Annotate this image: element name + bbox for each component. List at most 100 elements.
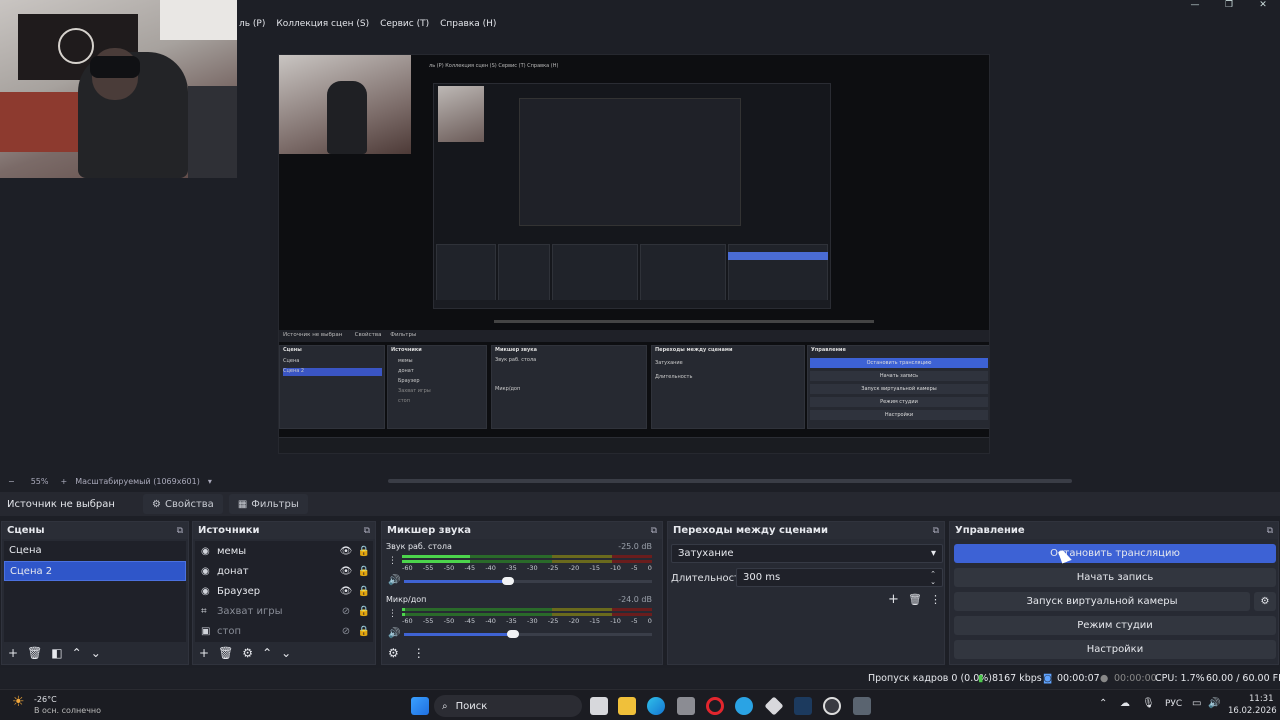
trash-icon[interactable]: 🗑 bbox=[27, 646, 42, 660]
menu-item-tools[interactable]: Сервис (T) bbox=[380, 19, 429, 29]
meter-tick-label: -25 bbox=[547, 617, 559, 625]
taskbar-search[interactable]: ⌕ Поиск bbox=[434, 695, 582, 717]
source-item[interactable]: ◉ мемы 👁 🔒 bbox=[195, 541, 373, 561]
gear-icon[interactable]: ⚙ bbox=[242, 646, 253, 660]
kebab-icon[interactable]: ⋮ bbox=[388, 556, 397, 566]
dock-float-icon[interactable]: ⧉ bbox=[651, 526, 657, 536]
source-item[interactable]: ▣ стоп ⊘ 🔒 bbox=[195, 621, 373, 641]
menu-item-help[interactable]: Справка (H) bbox=[440, 19, 496, 29]
microphone-icon[interactable]: 🎙 bbox=[1142, 698, 1155, 709]
dock-float-icon[interactable]: ⧉ bbox=[1267, 526, 1273, 536]
kebab-icon[interactable]: ⋮ bbox=[930, 593, 941, 606]
stop-streaming-button[interactable]: Остановить трансляцию bbox=[954, 544, 1276, 563]
meter-tick-label: 0 bbox=[647, 617, 652, 625]
scene-item-selected[interactable]: Сцена 2 bbox=[4, 561, 186, 581]
advanced-audio-icon[interactable]: ⚙ bbox=[388, 646, 399, 660]
task-view-icon[interactable] bbox=[590, 697, 608, 715]
spin-arrows-icon[interactable]: ⌃ ⌄ bbox=[930, 570, 936, 586]
scene-filter-icon[interactable]: ◧ bbox=[51, 646, 62, 660]
volume-slider[interactable] bbox=[404, 577, 652, 585]
speaker-icon[interactable]: 🔊 bbox=[388, 575, 400, 586]
volume-icon[interactable]: 🔊 bbox=[1208, 698, 1220, 709]
close-button[interactable]: ✕ bbox=[1246, 0, 1280, 14]
eye-off-icon[interactable]: ⊘ bbox=[337, 626, 355, 637]
add-transition-button[interactable]: + bbox=[888, 592, 899, 607]
add-scene-button[interactable]: + bbox=[8, 646, 18, 660]
minimize-button[interactable]: — bbox=[1178, 0, 1212, 14]
trash-icon[interactable]: 🗑 bbox=[218, 646, 233, 660]
chevron-down-icon[interactable]: ▾ bbox=[208, 477, 212, 486]
opera-icon[interactable] bbox=[706, 697, 724, 715]
menu-item-view[interactable]: ль (P) bbox=[239, 19, 265, 29]
volume-knob[interactable] bbox=[507, 630, 520, 638]
add-source-button[interactable]: + bbox=[199, 646, 209, 660]
telegram-icon[interactable] bbox=[735, 697, 753, 715]
meter-tick-label: -20 bbox=[568, 564, 580, 572]
move-up-icon[interactable]: ⌃ bbox=[72, 646, 82, 660]
chevron-up-icon[interactable]: ⌃ bbox=[1099, 698, 1107, 709]
menu-item-scene-collection[interactable]: Коллекция сцен (S) bbox=[276, 19, 369, 29]
source-item[interactable]: ◉ донат 👁 🔒 bbox=[195, 561, 373, 581]
filters-button[interactable]: ▦ Фильтры bbox=[228, 494, 308, 514]
weather-desc[interactable]: В осн. солнечно bbox=[34, 706, 101, 715]
filter-icon: ▦ bbox=[237, 498, 248, 510]
dock-float-icon[interactable]: ⧉ bbox=[933, 526, 939, 536]
settings-button[interactable]: Настройки bbox=[954, 640, 1276, 659]
clock-date[interactable]: 16.02.2026 bbox=[1228, 706, 1277, 716]
lock-icon[interactable]: 🔒 bbox=[355, 586, 373, 597]
level-meter bbox=[402, 555, 652, 558]
store-icon[interactable] bbox=[677, 697, 695, 715]
maximize-button[interactable]: ❐ bbox=[1212, 0, 1246, 14]
move-down-icon[interactable]: ⌄ bbox=[281, 646, 291, 660]
source-item[interactable]: ◉ Браузер 👁 🔒 bbox=[195, 581, 373, 601]
kebab-icon[interactable]: ⋮ bbox=[388, 609, 397, 619]
eye-icon[interactable]: 👁 bbox=[337, 586, 355, 597]
volume-knob[interactable] bbox=[502, 577, 515, 585]
clock-time[interactable]: 11:31 bbox=[1249, 694, 1274, 704]
edge-icon[interactable] bbox=[647, 697, 665, 715]
duration-spinbox[interactable]: 300 ms ⌃ ⌄ bbox=[736, 568, 943, 587]
preview-horizontal-scrollbar[interactable] bbox=[388, 479, 1072, 483]
app-cube-icon[interactable] bbox=[764, 696, 784, 716]
lock-icon[interactable]: 🔒 bbox=[355, 606, 373, 617]
windows-start-icon[interactable] bbox=[411, 697, 429, 715]
photos-icon[interactable] bbox=[853, 697, 871, 715]
volume-slider[interactable] bbox=[404, 630, 652, 638]
weather-temp[interactable]: -26°C bbox=[34, 695, 57, 704]
dropped-frames: Пропуск кадров 0 (0.0%) bbox=[868, 673, 993, 684]
zoom-in-button[interactable]: + bbox=[60, 477, 67, 486]
weather-icon[interactable]: ☀ bbox=[12, 694, 25, 710]
dock-float-icon[interactable]: ⧉ bbox=[364, 526, 370, 536]
eye-off-icon[interactable]: ⊘ bbox=[337, 606, 355, 617]
language-indicator[interactable]: РУС bbox=[1165, 699, 1182, 709]
scene-item[interactable]: Сцена bbox=[4, 541, 186, 561]
move-down-icon[interactable]: ⌄ bbox=[91, 646, 101, 660]
start-virtual-camera-button[interactable]: Запуск виртуальной камеры bbox=[954, 592, 1250, 611]
dock-float-icon[interactable]: ⧉ bbox=[177, 526, 183, 536]
eye-icon[interactable]: 👁 bbox=[337, 566, 355, 577]
preview-canvas[interactable]: ль (P) Коллекция сцен (S) Сервис (T) Спр… bbox=[278, 54, 990, 454]
duration-label: Длительность bbox=[671, 573, 746, 584]
network-icon[interactable]: ☁ bbox=[1120, 698, 1130, 709]
trash-icon[interactable]: 🗑 bbox=[908, 593, 922, 606]
source-item[interactable]: ⌗ Захват игры ⊘ 🔒 bbox=[195, 601, 373, 621]
speaker-icon[interactable]: 🔊 bbox=[388, 628, 400, 639]
kebab-icon[interactable]: ⋮ bbox=[413, 646, 425, 660]
steam-icon[interactable] bbox=[794, 697, 812, 715]
properties-button[interactable]: ⚙ Свойства bbox=[143, 494, 223, 514]
zoom-out-button[interactable]: − bbox=[8, 477, 15, 486]
move-up-icon[interactable]: ⌃ bbox=[262, 646, 272, 660]
eye-icon[interactable]: 👁 bbox=[337, 546, 355, 557]
virtual-camera-settings-button[interactable]: ⚙ bbox=[1254, 592, 1276, 611]
lock-icon[interactable]: 🔒 bbox=[355, 566, 373, 577]
lock-icon[interactable]: 🔒 bbox=[355, 626, 373, 637]
vr-headset-image bbox=[90, 56, 140, 78]
file-explorer-icon[interactable] bbox=[618, 697, 636, 715]
meter-tick-label: 0 bbox=[647, 564, 652, 572]
transition-select[interactable]: Затухание ▾ bbox=[671, 544, 943, 563]
start-recording-button[interactable]: Начать запись bbox=[954, 568, 1276, 587]
lock-icon[interactable]: 🔒 bbox=[355, 546, 373, 557]
studio-mode-button[interactable]: Режим студии bbox=[954, 616, 1276, 635]
display-icon[interactable]: ▭ bbox=[1192, 698, 1201, 709]
obs-icon[interactable] bbox=[823, 697, 841, 715]
